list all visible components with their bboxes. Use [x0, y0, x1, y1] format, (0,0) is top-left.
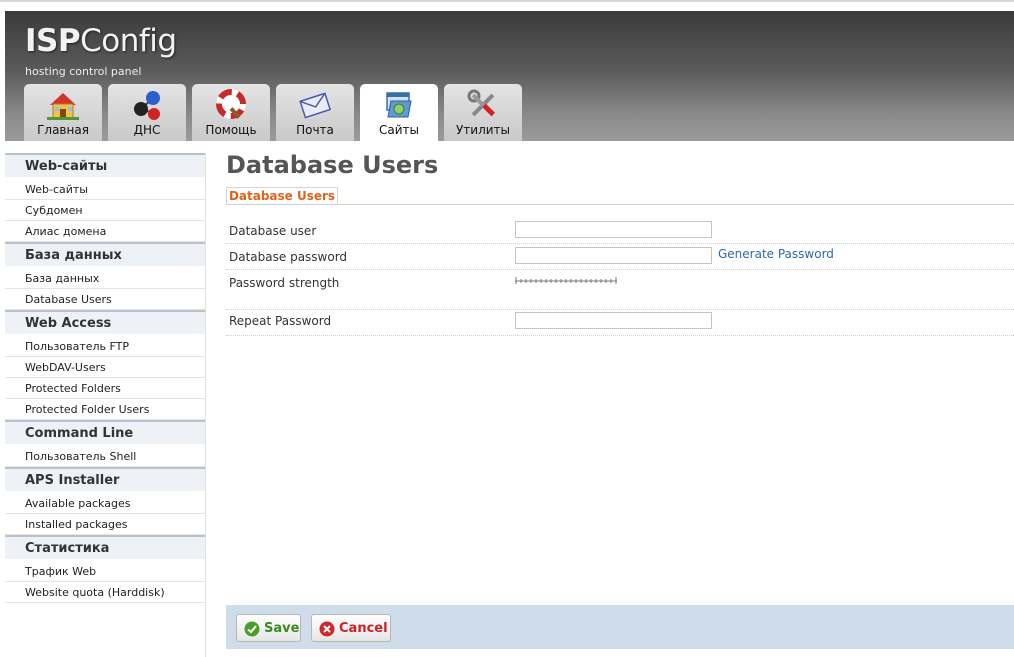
- database-password-label: Database password: [229, 250, 348, 264]
- page-title: Database Users: [226, 151, 439, 179]
- sidebar-item-web-traffic[interactable]: Трафик Web: [5, 561, 205, 582]
- check-icon: [244, 621, 260, 637]
- tab-home[interactable]: Главная: [24, 84, 102, 141]
- sidebar-item-database-users[interactable]: Database Users: [5, 289, 205, 310]
- sidebar: Web-сайты Web-сайты Субдомен Алиас домен…: [5, 153, 206, 657]
- tab-label: Сайты: [379, 123, 419, 137]
- sidebar-item-ftp-user[interactable]: Пользователь FTP: [5, 336, 205, 357]
- sidebar-item-subdomain[interactable]: Субдомен: [5, 200, 205, 221]
- cancel-button[interactable]: Cancel: [311, 614, 391, 642]
- tab-database-users[interactable]: Database Users: [226, 187, 338, 205]
- sidebar-item-available-packages[interactable]: Available packages: [5, 493, 205, 514]
- database-password-row: Database password: [226, 243, 1014, 270]
- dns-icon: [134, 91, 160, 120]
- cancel-icon: [319, 621, 335, 637]
- sites-icon: [386, 92, 412, 118]
- password-strength-label: Password strength: [229, 276, 340, 290]
- subtab-divider: [226, 204, 1014, 205]
- sidebar-item-shell-user[interactable]: Пользователь Shell: [5, 446, 205, 467]
- sidebar-item-protected-folders[interactable]: Protected Folders: [5, 378, 205, 399]
- tab-help[interactable]: Помощь: [192, 84, 270, 141]
- tab-label: Утилиты: [455, 123, 511, 137]
- sidebar-item-alias-domain[interactable]: Алиас домена: [5, 221, 205, 242]
- tab-tools[interactable]: Утилиты: [444, 84, 522, 141]
- tagline: hosting control panel: [25, 65, 142, 78]
- sidebar-item-websites[interactable]: Web-сайты: [5, 179, 205, 200]
- sidebar-section-web-access: Web Access: [5, 310, 205, 334]
- sidebar-item-installed-packages[interactable]: Installed packages: [5, 514, 205, 535]
- header: ISPConfig hosting control panel Главная: [5, 11, 1014, 141]
- password-strength-row: Password strength: [226, 269, 1014, 310]
- tab-dns[interactable]: ДНС: [108, 84, 186, 141]
- logo: ISPConfig: [25, 23, 177, 59]
- sidebar-item-protected-folder-users[interactable]: Protected Folder Users: [5, 399, 205, 420]
- mail-icon: [299, 92, 331, 119]
- help-icon: [216, 89, 246, 119]
- save-label: Save: [264, 621, 300, 636]
- tab-label: Главная: [37, 123, 89, 137]
- database-user-label: Database user: [229, 224, 317, 238]
- cancel-label: Cancel: [339, 621, 388, 636]
- sidebar-item-databases[interactable]: База данных: [5, 268, 205, 289]
- sidebar-section-websites: Web-сайты: [5, 153, 205, 177]
- generate-password-link[interactable]: Generate Password: [718, 247, 834, 261]
- tools-icon: [467, 89, 496, 117]
- top-border: [0, 0, 1014, 2]
- form-actions-bar: Save Cancel: [226, 605, 1014, 649]
- tab-mail[interactable]: Почта: [276, 84, 354, 141]
- repeat-password-input[interactable]: [515, 312, 712, 329]
- database-user-row: Database user: [226, 217, 1014, 244]
- sidebar-section-statistics: Статистика: [5, 535, 205, 559]
- repeat-password-label: Repeat Password: [229, 314, 332, 328]
- home-icon: [47, 93, 79, 120]
- database-password-input[interactable]: [515, 247, 712, 264]
- sidebar-item-website-quota[interactable]: Website quota (Harddisk): [5, 582, 205, 603]
- sidebar-section-aps-installer: APS Installer: [5, 467, 205, 491]
- password-strength-meter: [515, 277, 617, 284]
- sidebar-section-database: База данных: [5, 242, 205, 266]
- tab-sites[interactable]: Сайты: [360, 84, 438, 141]
- tab-label: Почта: [296, 123, 334, 137]
- sidebar-item-webdav-users[interactable]: WebDAV-Users: [5, 357, 205, 378]
- tab-label: Помощь: [205, 123, 257, 137]
- database-user-input[interactable]: [515, 221, 712, 238]
- tab-label: ДНС: [133, 123, 161, 137]
- sidebar-section-command-line: Command Line: [5, 420, 205, 444]
- repeat-password-row: Repeat Password: [226, 309, 1014, 336]
- save-button[interactable]: Save: [236, 614, 301, 642]
